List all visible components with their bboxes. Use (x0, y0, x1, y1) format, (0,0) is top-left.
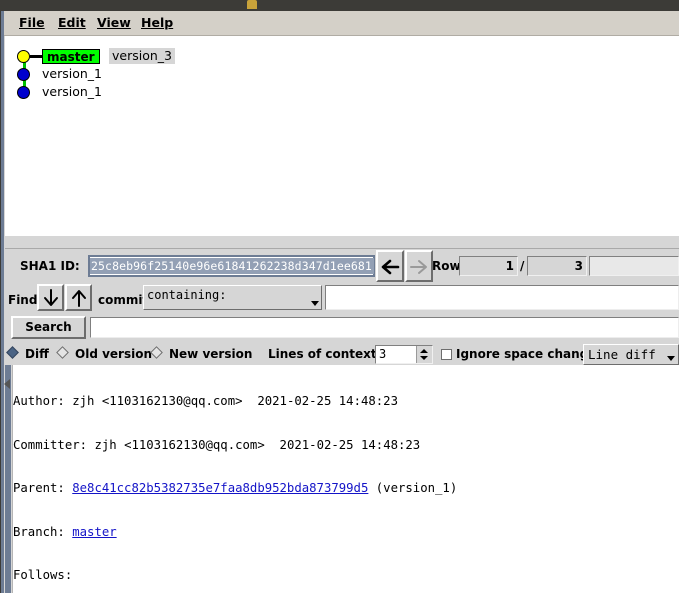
gitk-window: File Edit View Help master version_3 ver… (0, 0, 679, 593)
find-next-button[interactable] (37, 284, 64, 311)
branch-tag-master[interactable]: master (42, 49, 100, 64)
detail-line-committer: Committer: zjh <1103162130@qq.com> 2021-… (13, 438, 679, 453)
detail-line-follows: Follows: (13, 568, 679, 583)
pane-resize-marker (4, 379, 10, 389)
branch-label: Branch: (13, 524, 65, 539)
menu-view[interactable]: View (92, 14, 136, 32)
author-value: zjh <1103162130@qq.com> (72, 394, 243, 408)
commit-headline[interactable]: version_1 (42, 66, 102, 82)
stepper-down-icon[interactable] (420, 356, 428, 360)
search-input[interactable] (90, 317, 679, 338)
row-separator: / (520, 259, 525, 273)
forward-button[interactable] (405, 250, 433, 282)
graph-row[interactable]: master version_3 (5, 48, 679, 66)
graph-row[interactable]: version_1 (5, 66, 679, 84)
menu-file[interactable]: File (14, 14, 50, 32)
commit-node[interactable] (17, 86, 30, 99)
commit-headline[interactable]: version_1 (42, 84, 102, 100)
find-previous-button[interactable] (65, 284, 92, 311)
row-extra-field[interactable] (589, 256, 679, 276)
detail-text: Author: zjh <1103162130@qq.com> 2021-02-… (13, 365, 679, 593)
arrow-left-icon (381, 259, 400, 275)
chevron-down-icon (311, 301, 319, 306)
lines-of-context-stepper[interactable]: 3 (375, 345, 433, 364)
menu-view-label: View (97, 15, 131, 30)
commit-node[interactable] (17, 68, 30, 81)
detail-line-parent: Parent: 8e8c41cc82b5382735e7faa8db952bda… (13, 481, 679, 496)
menu-bar: File Edit View Help (4, 11, 679, 36)
window-title-bar (0, 0, 679, 11)
search-button[interactable]: Search (11, 316, 86, 339)
detail-line-author: Author: zjh <1103162130@qq.com> 2021-02-… (13, 394, 679, 409)
sha-id-label: SHA1 ID: (20, 259, 80, 273)
radio-diff-label[interactable]: Diff (25, 346, 49, 362)
diff-mode-value: Line diff (588, 347, 656, 362)
search-button-label: Search (25, 320, 72, 334)
author-date: 2021-02-25 14:48:23 (257, 394, 398, 408)
menu-edit-label: Edit (58, 15, 86, 30)
detail-scrollbar-thumb[interactable] (5, 365, 11, 593)
detail-line-branch: Branch: master (13, 525, 679, 540)
commit-node-head[interactable] (17, 50, 30, 63)
lines-of-context-value: 3 (379, 347, 387, 361)
author-label: Author: (13, 394, 65, 408)
back-button[interactable] (376, 250, 404, 282)
stepper-up-icon[interactable] (420, 349, 428, 353)
row-total-value: 3 (527, 256, 587, 276)
radio-new-version-label[interactable]: New version (169, 346, 252, 362)
commit-graph-pane[interactable]: master version_3 version_1 version_1 (5, 36, 679, 236)
find-label: Find (8, 293, 38, 307)
menu-edit[interactable]: Edit (53, 14, 91, 32)
menu-file-label: File (19, 15, 45, 30)
radio-old-version-label[interactable]: Old version (75, 346, 152, 362)
parent-label: Parent: (13, 481, 65, 495)
commit-detail-pane[interactable]: Author: zjh <1103162130@qq.com> 2021-02-… (4, 365, 679, 593)
arrow-up-icon (71, 290, 86, 307)
follows-label: Follows: (13, 568, 73, 582)
committer-value: zjh <1103162130@qq.com> (94, 437, 265, 452)
arrow-right-icon (410, 260, 427, 274)
graph-row[interactable]: version_1 (5, 84, 679, 102)
arrow-down-icon (43, 289, 58, 306)
ignore-space-checkbox[interactable] (441, 349, 452, 360)
menu-help-label: Help (141, 15, 174, 30)
commit-headline[interactable]: version_3 (109, 48, 175, 64)
menu-help[interactable]: Help (136, 14, 178, 32)
find-scope-label: commit (98, 293, 149, 307)
stepper-buttons[interactable] (416, 346, 432, 363)
row-label: Row (432, 259, 461, 273)
find-mode-value: containing: (147, 288, 227, 302)
lines-of-context-label: Lines of context: (268, 347, 382, 361)
find-mode-dropdown[interactable]: containing: (143, 285, 322, 310)
chevron-down-icon (667, 356, 675, 361)
committer-label: Committer: (13, 437, 88, 452)
sha-id-input[interactable]: 25c8eb96f25140e96e61841262238d347d1ee681 (88, 255, 375, 277)
parent-note: (version_1) (375, 481, 458, 495)
row-current-value[interactable]: 1 (459, 256, 518, 276)
window-icon (247, 0, 257, 9)
find-query-input[interactable] (325, 285, 679, 310)
ignore-space-label[interactable]: Ignore space change (456, 346, 596, 362)
parent-sha-link[interactable]: 8e8c41cc82b5382735e7faa8db952bda873799d5 (72, 481, 368, 495)
diff-mode-dropdown[interactable]: Line diff (583, 344, 679, 365)
committer-date: 2021-02-25 14:48:23 (279, 437, 421, 452)
detail-scrollbar[interactable] (4, 365, 13, 593)
branch-link[interactable]: master (72, 525, 116, 539)
sha-id-value: 25c8eb96f25140e96e61841262238d347d1ee681 (90, 258, 374, 274)
